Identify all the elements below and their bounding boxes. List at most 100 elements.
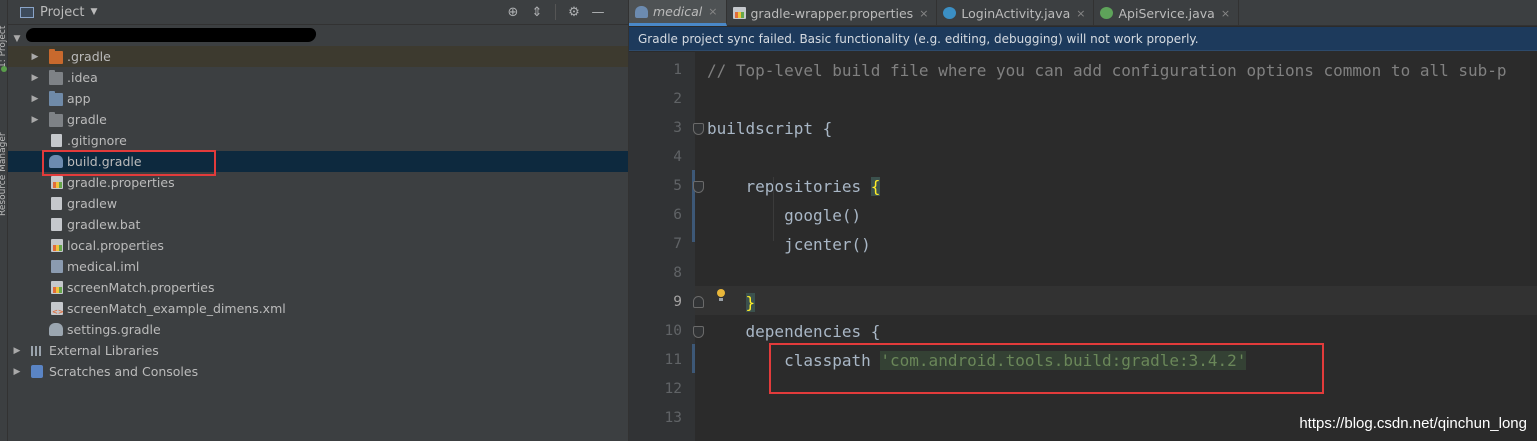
scratches-icon — [31, 365, 43, 378]
line-number-gutter: 1 2 3 4 5 6 7 8 9 10 11 12 13 — [629, 52, 695, 441]
fold-icon[interactable] — [693, 326, 704, 338]
resource-manager-tab[interactable]: Resource Manager — [0, 96, 7, 216]
close-icon[interactable]: × — [1221, 7, 1230, 20]
tree-item-label: Scratches and Consoles — [49, 364, 199, 379]
code-token: 'com.android.tools.build:gradle:3.4.2' — [880, 351, 1247, 370]
code-token: buildscript { — [707, 119, 833, 138]
file-icon — [51, 218, 62, 231]
line-number: 4 — [673, 149, 682, 165]
tree-item-gitignore[interactable]: .gitignore — [8, 130, 628, 151]
tree-item-label: gradlew.bat — [67, 217, 141, 232]
code-token: // Top-level build file where you can ad… — [707, 61, 1507, 80]
tab-gradle-wrapper-properties[interactable]: gradle-wrapper.properties × — [727, 0, 938, 26]
tree-item-scratches[interactable]: ▶ Scratches and Consoles — [8, 361, 628, 382]
code-line: dependencies { — [707, 317, 881, 346]
tree-item-gradlew-bat[interactable]: gradlew.bat — [8, 214, 628, 235]
code-token: google() — [707, 206, 862, 225]
tree-item-label: .idea — [67, 70, 98, 85]
tree-item-gradle-cache[interactable]: ▶ .gradle — [8, 46, 628, 67]
tab-medical[interactable]: medical × — [629, 0, 727, 26]
tree-item-build-gradle[interactable]: build.gradle — [8, 151, 628, 172]
code-token: classpath — [707, 351, 881, 370]
tab-label: gradle-wrapper.properties — [750, 5, 914, 21]
expand-arrow-icon[interactable]: ▶ — [30, 115, 40, 125]
tree-item-label: settings.gradle — [67, 322, 161, 337]
line-number: 6 — [673, 207, 682, 223]
tab-label: medical — [653, 4, 703, 19]
toolbar-divider — [555, 4, 556, 20]
line-number: 11 — [664, 352, 682, 368]
fold-icon[interactable] — [693, 123, 704, 135]
chevron-down-icon[interactable]: ▼ — [90, 7, 97, 17]
tree-item-label: app — [67, 91, 91, 106]
line-number: 12 — [664, 381, 682, 397]
vcs-change-marker — [692, 344, 695, 373]
project-view-selector[interactable]: Project — [40, 5, 84, 20]
project-tool-tab[interactable]: 1: Project — [0, 8, 7, 68]
folder-icon — [49, 112, 63, 127]
close-icon[interactable]: × — [1076, 7, 1085, 20]
code-token: } — [745, 293, 756, 312]
expand-arrow-icon[interactable]: ▶ — [12, 367, 22, 377]
close-icon[interactable]: × — [919, 7, 928, 20]
redacted-root-name — [25, 28, 317, 42]
gradle-elephant-icon — [49, 323, 63, 336]
code-token: repositories — [707, 177, 871, 196]
tree-item-label: .gradle — [67, 49, 111, 64]
gear-icon[interactable]: ⚙ — [564, 3, 584, 21]
properties-file-icon — [51, 176, 63, 189]
expand-arrow-icon[interactable]: ▼ — [12, 34, 22, 44]
android-icon — [1, 66, 7, 72]
tree-item-screenmatch-properties[interactable]: screenMatch.properties — [8, 277, 628, 298]
line-number: 2 — [673, 91, 682, 107]
tab-login-activity[interactable]: LoginActivity.java × — [937, 0, 1095, 26]
expand-arrow-icon[interactable]: ▶ — [30, 94, 40, 104]
libraries-icon — [31, 344, 45, 357]
tree-item-medical-iml[interactable]: medical.iml — [8, 256, 628, 277]
tree-item-gradlew[interactable]: gradlew — [8, 193, 628, 214]
folder-icon — [49, 70, 63, 85]
tree-item-settings-gradle[interactable]: settings.gradle — [8, 319, 628, 340]
collapse-all-icon[interactable]: ⇕ — [527, 3, 547, 21]
line-number: 3 — [673, 120, 682, 136]
tab-label: LoginActivity.java — [961, 5, 1071, 21]
expand-arrow-icon[interactable]: ▶ — [30, 52, 40, 62]
properties-file-icon — [732, 7, 746, 19]
tree-item-gradle-properties[interactable]: gradle.properties — [8, 172, 628, 193]
tab-api-service[interactable]: ApiService.java × — [1094, 0, 1240, 26]
code-line: jcenter() — [707, 230, 871, 259]
fold-icon[interactable] — [693, 296, 704, 308]
project-panel: Project ▼ ⊕ ⇕ ⚙ — ▼ ▶ .gradle ▶ .idea ▶ — [8, 0, 628, 441]
tree-item-label: medical.iml — [67, 259, 140, 274]
code-editor[interactable]: // Top-level build file where you can ad… — [707, 52, 1537, 441]
code-line: classpath 'com.android.tools.build:gradl… — [707, 346, 1247, 375]
code-token: jcenter() — [707, 235, 871, 254]
tree-item-local-properties[interactable]: local.properties — [8, 235, 628, 256]
properties-file-icon — [51, 239, 63, 252]
gradle-elephant-icon — [635, 5, 648, 18]
line-number: 5 — [673, 178, 682, 194]
expand-arrow-icon[interactable]: ▶ — [12, 346, 22, 356]
gradle-elephant-icon — [49, 155, 63, 168]
tree-item-label: .gitignore — [67, 133, 127, 148]
tree-item-external-libraries[interactable]: ▶ External Libraries — [8, 340, 628, 361]
close-icon[interactable]: × — [708, 5, 717, 18]
fold-icon[interactable] — [693, 181, 704, 193]
tree-item-gradle[interactable]: ▶ gradle — [8, 109, 628, 130]
module-folder-icon — [49, 91, 63, 106]
hide-icon[interactable]: — — [588, 3, 608, 21]
folder-icon — [49, 49, 63, 64]
tree-item-label: screenMatch.properties — [67, 280, 215, 295]
expand-arrow-icon[interactable]: ▶ — [30, 73, 40, 83]
banner-message: Gradle project sync failed. Basic functi… — [638, 31, 1199, 46]
tree-item-screenmatch-dimens-xml[interactable]: screenMatch_example_dimens.xml — [8, 298, 628, 319]
code-token: dependencies { — [707, 322, 881, 341]
code-line: repositories { — [707, 172, 881, 201]
iml-file-icon — [51, 260, 63, 273]
locate-icon[interactable]: ⊕ — [503, 3, 523, 21]
tree-item-idea[interactable]: ▶ .idea — [8, 67, 628, 88]
tree-item-app[interactable]: ▶ app — [8, 88, 628, 109]
watermark: https://blog.csdn.net/qinchun_long — [1299, 415, 1527, 432]
properties-file-icon — [51, 281, 63, 294]
